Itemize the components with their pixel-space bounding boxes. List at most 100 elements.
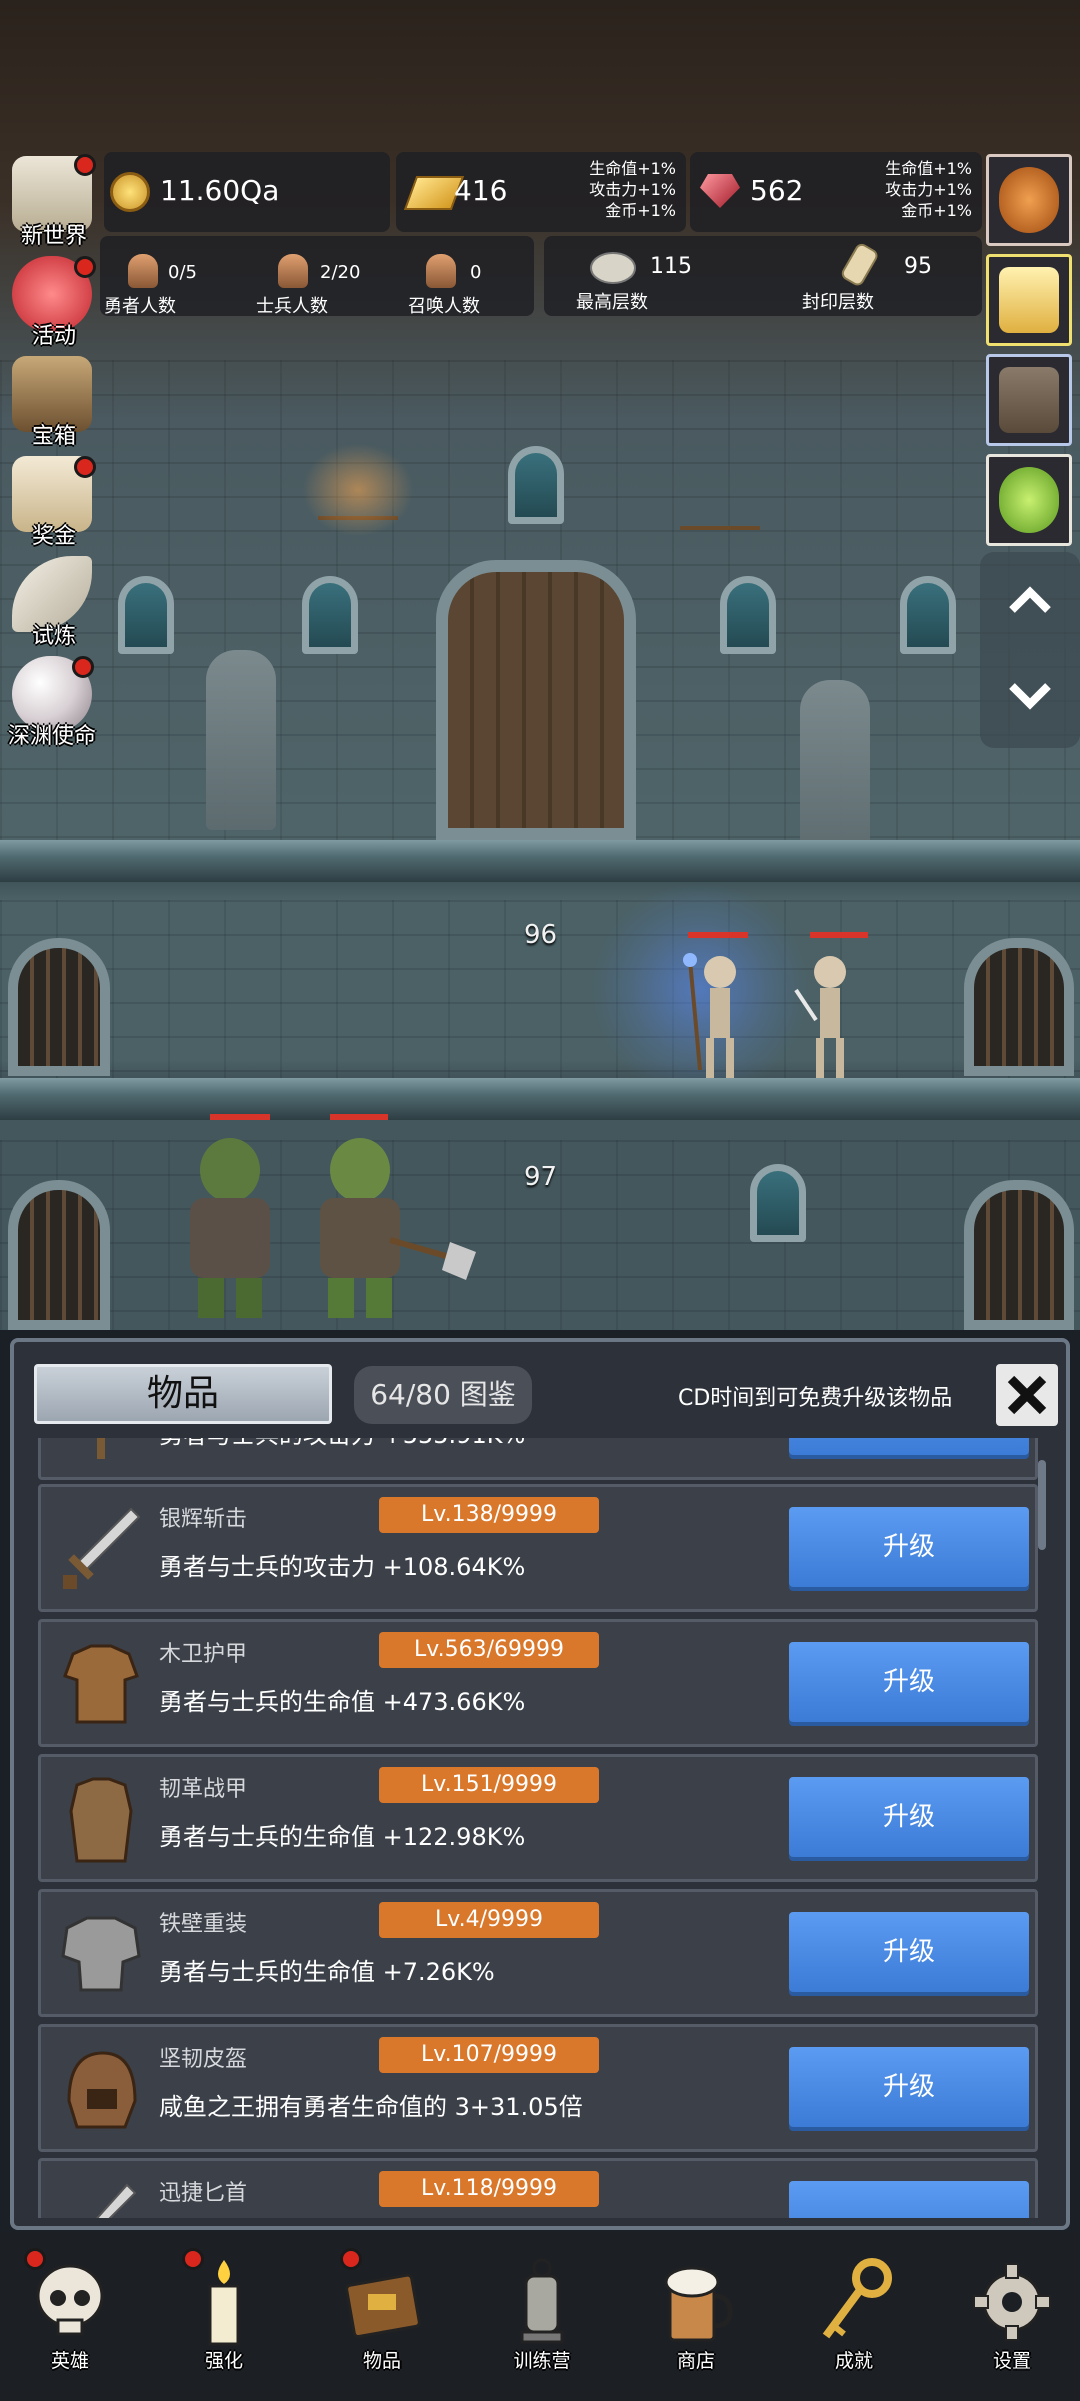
soldier-count-value: 2/20: [320, 262, 361, 283]
side-btn-abyss-mission[interactable]: 深渊使命: [4, 652, 100, 749]
notification-dot: [74, 154, 96, 176]
item-row: 韧革战甲 Lv.151/9999 勇者与士兵的生命值 +122.98K% 升级: [38, 1754, 1038, 1882]
close-icon: [1007, 1375, 1047, 1415]
gold-bar-card[interactable]: 416 生命值+1% 攻击力+1% 金币+1%: [396, 152, 686, 232]
item-row: 银辉斩击 Lv.138/9999 勇者与士兵的攻击力 +108.64K% 升级: [38, 1484, 1038, 1612]
item-row: 铁壁重装 Lv.4/9999 勇者与士兵的生命值 +7.26K% 升级: [38, 1889, 1038, 2017]
notification-dot: [24, 2248, 46, 2270]
side-btn-new-world[interactable]: 新世界: [4, 152, 100, 249]
bonus-atk: 攻击力+1%: [589, 180, 676, 199]
skeleton-warrior-enemy: [794, 956, 846, 1078]
nav-achievements[interactable]: 成就: [786, 2242, 916, 2392]
item-name: 木卫护甲: [159, 1642, 248, 1667]
orc-axe-enemy: [320, 1138, 476, 1318]
item-row: 坚韧皮盔 Lv.107/9999 咸鱼之王拥有勇者生命值的 3+31.05倍 升…: [38, 2024, 1038, 2152]
skeleton-mage-enemy: [683, 953, 736, 1078]
floor-number-97: 97: [524, 1162, 558, 1192]
item-desc: 咸鱼之王拥有勇者生命值的 3+31.05倍: [159, 2093, 583, 2121]
tab-items[interactable]: 物品: [34, 1364, 332, 1424]
upgrade-button[interactable]: 升级: [789, 1912, 1029, 1992]
book-icon: [345, 2273, 421, 2339]
item-desc: 勇者与士兵的攻击力 +555.91K%: [159, 1438, 525, 1450]
right-btn-pumpkin[interactable]: [986, 154, 1072, 246]
side-btn-bonus[interactable]: 奖金: [4, 452, 100, 549]
side-btn-label: 新世界: [20, 224, 87, 249]
side-btn-label: 试炼: [31, 624, 76, 649]
upgrade-button[interactable]: 升级: [789, 2047, 1029, 2127]
item-level: Lv.563/69999: [379, 1632, 599, 1668]
castle-window: [118, 576, 174, 654]
bonus-hp: 生命值+1%: [589, 159, 676, 178]
floor-ledge: [0, 1078, 1080, 1120]
sealed-floor-value: 95: [904, 254, 932, 279]
item-level: Lv.151/9999: [379, 1767, 599, 1803]
bonus-gold: 金币+1%: [605, 201, 676, 220]
upgrade-button[interactable]: 升级: [789, 1777, 1029, 1857]
notification-dot: [182, 2248, 204, 2270]
item-row: 木卫护甲 Lv.563/69999 勇者与士兵的生命值 +473.66K% 升级: [38, 1619, 1038, 1747]
upgrade-button[interactable]: [789, 2181, 1029, 2218]
dungeon-door: [8, 1180, 110, 1330]
scroll-down-button[interactable]: [980, 650, 1080, 748]
right-btn-backpack[interactable]: [986, 354, 1072, 446]
nav-label: 物品: [362, 2350, 401, 2372]
item-name: 韧革战甲: [159, 1777, 248, 1802]
upgrade-button[interactable]: 升级: [789, 1438, 1029, 1455]
gold-value: 11.60Qa: [160, 174, 280, 207]
gem-card[interactable]: 562 生命值+1% 攻击力+1% 金币+1%: [690, 152, 982, 232]
nav-heroes[interactable]: 英雄: [2, 2242, 132, 2392]
hero-count-label: 勇者人数: [104, 296, 176, 317]
item-name: 铁壁重装: [159, 1912, 248, 1937]
side-btn-events[interactable]: 活动: [4, 252, 100, 349]
floor-stats: 115 最高层数 95 封印层数: [544, 236, 982, 316]
sword-icon: [63, 1507, 141, 1589]
sealed-floor-label: 封印层数: [802, 292, 874, 313]
close-button[interactable]: [996, 1364, 1058, 1426]
list-scrollbar[interactable]: [1038, 1460, 1046, 1550]
side-btn-label: 宝箱: [31, 424, 76, 449]
nav-label: 成就: [834, 2350, 873, 2372]
gear-icon: [973, 2263, 1051, 2341]
right-btn-slime[interactable]: [986, 454, 1072, 546]
beer-mug-icon: [664, 2266, 733, 2342]
candle-icon: [999, 267, 1059, 333]
upgrade-button[interactable]: 升级: [789, 1642, 1029, 1722]
pumpkin-icon: [999, 167, 1059, 233]
bonus-gold: 金币+1%: [901, 201, 972, 220]
enemy-hp-bar: [810, 932, 868, 938]
stone-icon: [590, 252, 636, 284]
nav-label: 强化: [204, 2350, 243, 2372]
nav-enhance[interactable]: 强化: [156, 2242, 286, 2392]
nav-label: 设置: [992, 2350, 1031, 2372]
lit-chandelier: [298, 440, 418, 540]
side-btn-label: 深渊使命: [7, 724, 96, 749]
knight-statue: [800, 680, 870, 860]
item-level: Lv.4/9999: [379, 1902, 599, 1938]
nav-items[interactable]: 物品: [314, 2242, 444, 2392]
side-btn-chest[interactable]: 宝箱: [4, 352, 100, 449]
unit-counts: 0/5 勇者人数 2/20 士兵人数 0 召唤人数: [100, 236, 534, 317]
nav-training-camp[interactable]: 训练营: [474, 2242, 604, 2392]
orc-enemy: [190, 1138, 270, 1318]
side-btn-trial[interactable]: 试炼: [4, 552, 100, 649]
item-level: Lv.138/9999: [379, 1497, 599, 1533]
summon-portrait-icon: [426, 254, 456, 288]
candle-icon: [208, 2260, 240, 2346]
scroll-up-button[interactable]: [980, 552, 1080, 650]
right-btn-candle[interactable]: [986, 254, 1072, 346]
nav-settings[interactable]: 设置: [944, 2242, 1074, 2392]
item-name: 坚韧皮盔: [159, 2047, 248, 2072]
skull-icon: [36, 2264, 104, 2336]
hero-portrait-icon: [128, 254, 158, 288]
item-level: Lv.107/9999: [379, 2037, 599, 2073]
item-name: 银辉斩击: [159, 1507, 248, 1532]
dex-button[interactable]: 64/80 图鉴: [354, 1366, 532, 1424]
gold-card[interactable]: 11.60Qa: [104, 152, 390, 232]
item-desc: 勇者与士兵的攻击力 +108.64K%: [159, 1553, 526, 1581]
item-list[interactable]: 勇者与士兵的攻击力 +555.91K% 升级 银辉斩击 Lv.138/9999 …: [38, 1438, 1048, 2218]
upgrade-button[interactable]: 升级: [789, 1507, 1029, 1587]
chevron-up-icon: [1009, 586, 1051, 613]
nav-shop[interactable]: 商店: [628, 2242, 758, 2392]
bottom-nav: 英雄 强化 物品 训练营 商店 成就 设置: [0, 2232, 1080, 2401]
leather-armor-icon: [69, 1777, 133, 1863]
